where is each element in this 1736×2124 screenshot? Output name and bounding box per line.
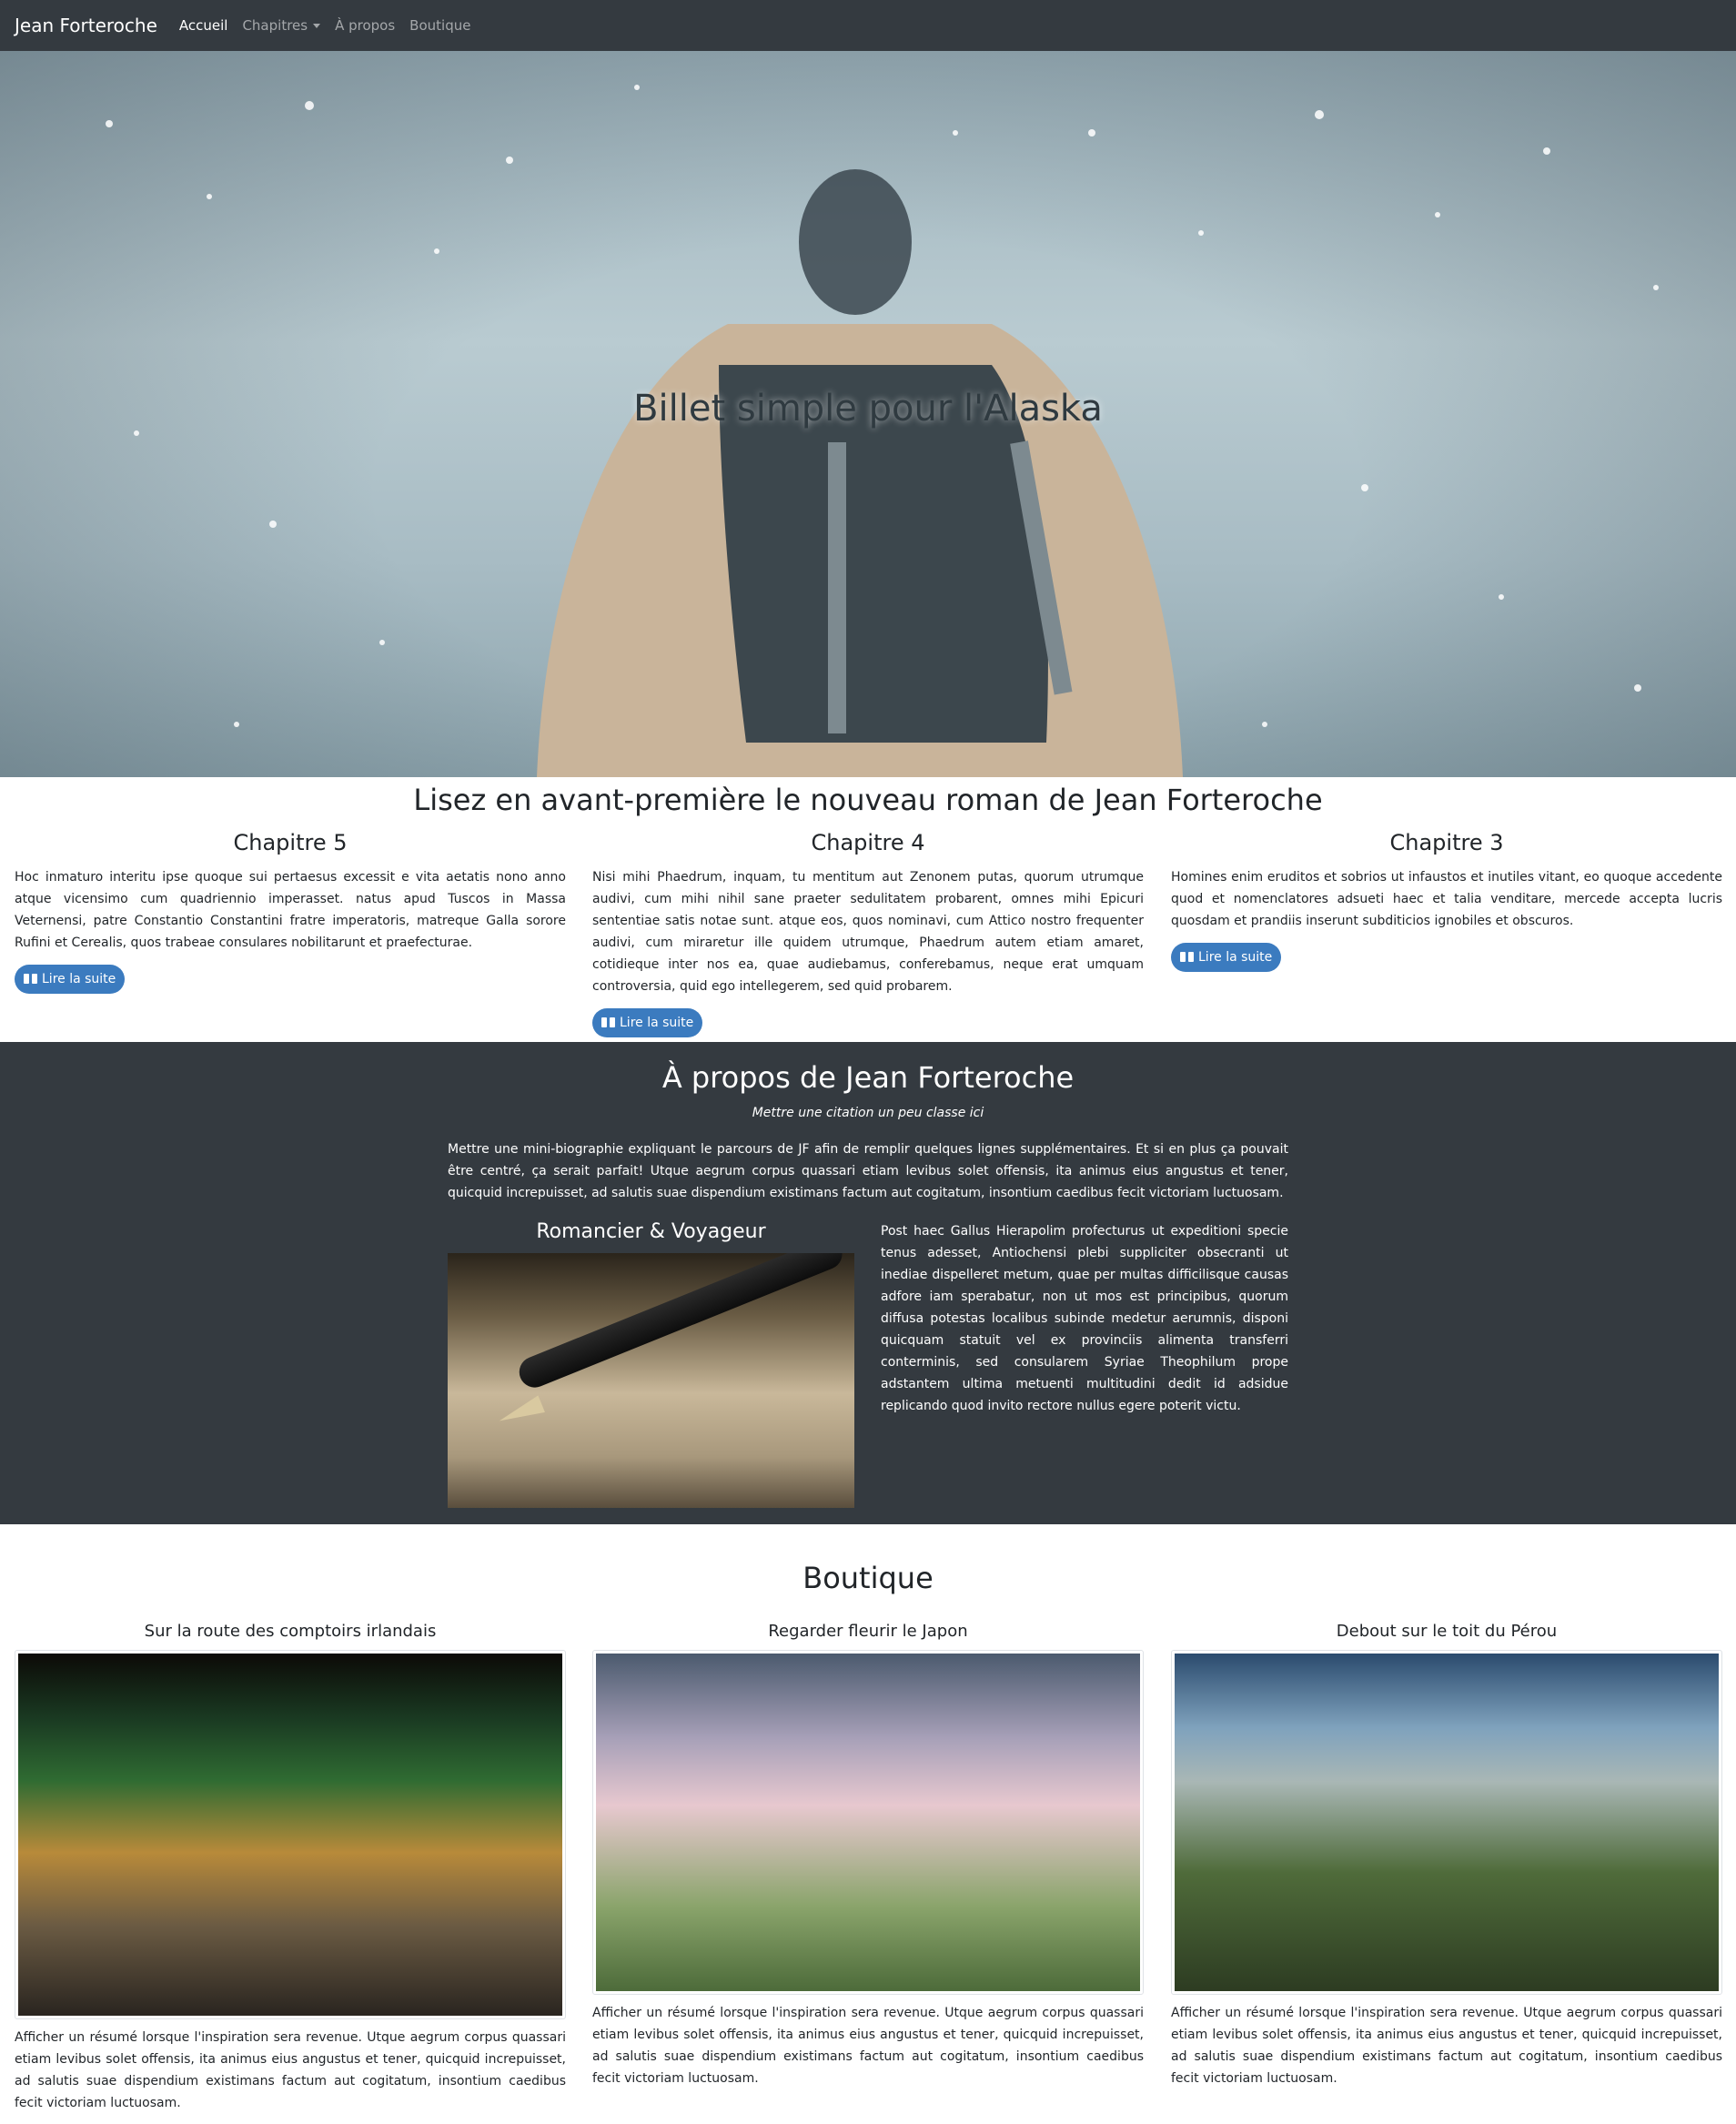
fountain-pen-image [448, 1253, 854, 1508]
chevron-down-icon [313, 24, 321, 28]
chapter-card: Chapitre 3 Homines enim eruditos et sobr… [1171, 830, 1722, 972]
book-icon [24, 974, 37, 985]
read-more-label: Lire la suite [620, 1016, 694, 1030]
read-more-label: Lire la suite [42, 972, 116, 986]
shop-item-summary: Afficher un résumé lorsque l'inspiration… [15, 2030, 566, 2110]
chapter-title: Chapitre 5 [233, 830, 348, 855]
about-side-text: Post haec Gallus Hierapolim profecturus … [881, 1224, 1288, 1413]
shop-image-frame[interactable] [592, 1650, 1144, 1995]
nav-item-chapitres-label: Chapitres [242, 17, 308, 34]
chapter-card: Chapitre 5 Hoc inmaturo interitu ipse qu… [15, 830, 566, 994]
machu-picchu-image [1175, 1654, 1719, 1991]
irish-pub-image [18, 1654, 562, 2016]
book-icon [601, 1017, 615, 1028]
shop-item-summary: Afficher un résumé lorsque l'inspiration… [1171, 2006, 1722, 2086]
nav-item-boutique[interactable]: Boutique [409, 17, 470, 34]
read-more-button[interactable]: Lire la suite [15, 965, 126, 994]
chapter-excerpt: Nisi mihi Phaedrum, inquam, tu mentitum … [592, 870, 1144, 994]
shop-item-summary: Afficher un résumé lorsque l'inspiration… [592, 2006, 1144, 2086]
shop-item-title: Regarder fleurir le Japon [768, 1622, 968, 1641]
about-bio: Mettre une mini-biographie expliquant le… [448, 1142, 1288, 1200]
about-quote: Mettre une citation un peu classe ici [752, 1106, 984, 1120]
shop-image-frame[interactable] [15, 1650, 566, 2019]
book-icon [1180, 952, 1194, 963]
nav-item-chapitres[interactable]: Chapitres [242, 17, 321, 34]
chapters-heading: Lisez en avant-première le nouveau roman… [413, 783, 1323, 817]
chapter-card: Chapitre 4 Nisi mihi Phaedrum, inquam, t… [592, 830, 1144, 1037]
top-navbar: Jean Forteroche Accueil Chapitres À prop… [0, 0, 1736, 51]
about-role: Romancier & Voyageur [536, 1220, 766, 1243]
shop-image-frame[interactable] [1171, 1650, 1722, 1995]
shop-item-title: Sur la route des comptoirs irlandais [144, 1622, 437, 1641]
hero-banner: Billet simple pour l'Alaska [0, 51, 1736, 777]
about-heading: À propos de Jean Forteroche [661, 1060, 1075, 1095]
chapter-excerpt: Hoc inmaturo interitu ipse quoque sui pe… [15, 870, 566, 950]
shop-card: Debout sur le toit du Pérou Afficher un … [1171, 1622, 1722, 2089]
cherry-blossom-image [596, 1654, 1140, 1991]
shop-card: Sur la route des comptoirs irlandais Aff… [15, 1622, 566, 2114]
brand-link[interactable]: Jean Forteroche [15, 15, 157, 36]
read-more-button[interactable]: Lire la suite [1171, 943, 1282, 972]
nav-item-apropos[interactable]: À propos [335, 17, 395, 34]
read-more-button[interactable]: Lire la suite [592, 1008, 703, 1037]
about-section: À propos de Jean Forteroche Mettre une c… [0, 1042, 1736, 1524]
shop-item-title: Debout sur le toit du Pérou [1336, 1622, 1558, 1641]
shop-heading: Boutique [802, 1561, 934, 1595]
chapter-title: Chapitre 4 [811, 830, 925, 855]
chapter-excerpt: Homines enim eruditos et sobrios ut infa… [1171, 870, 1722, 928]
shop-card: Regarder fleurir le Japon Afficher un ré… [592, 1622, 1144, 2089]
chapter-title: Chapitre 3 [1389, 830, 1504, 855]
nav-item-accueil[interactable]: Accueil [179, 17, 228, 34]
hero-title: Billet simple pour l'Alaska [633, 388, 1103, 430]
read-more-label: Lire la suite [1198, 950, 1273, 965]
